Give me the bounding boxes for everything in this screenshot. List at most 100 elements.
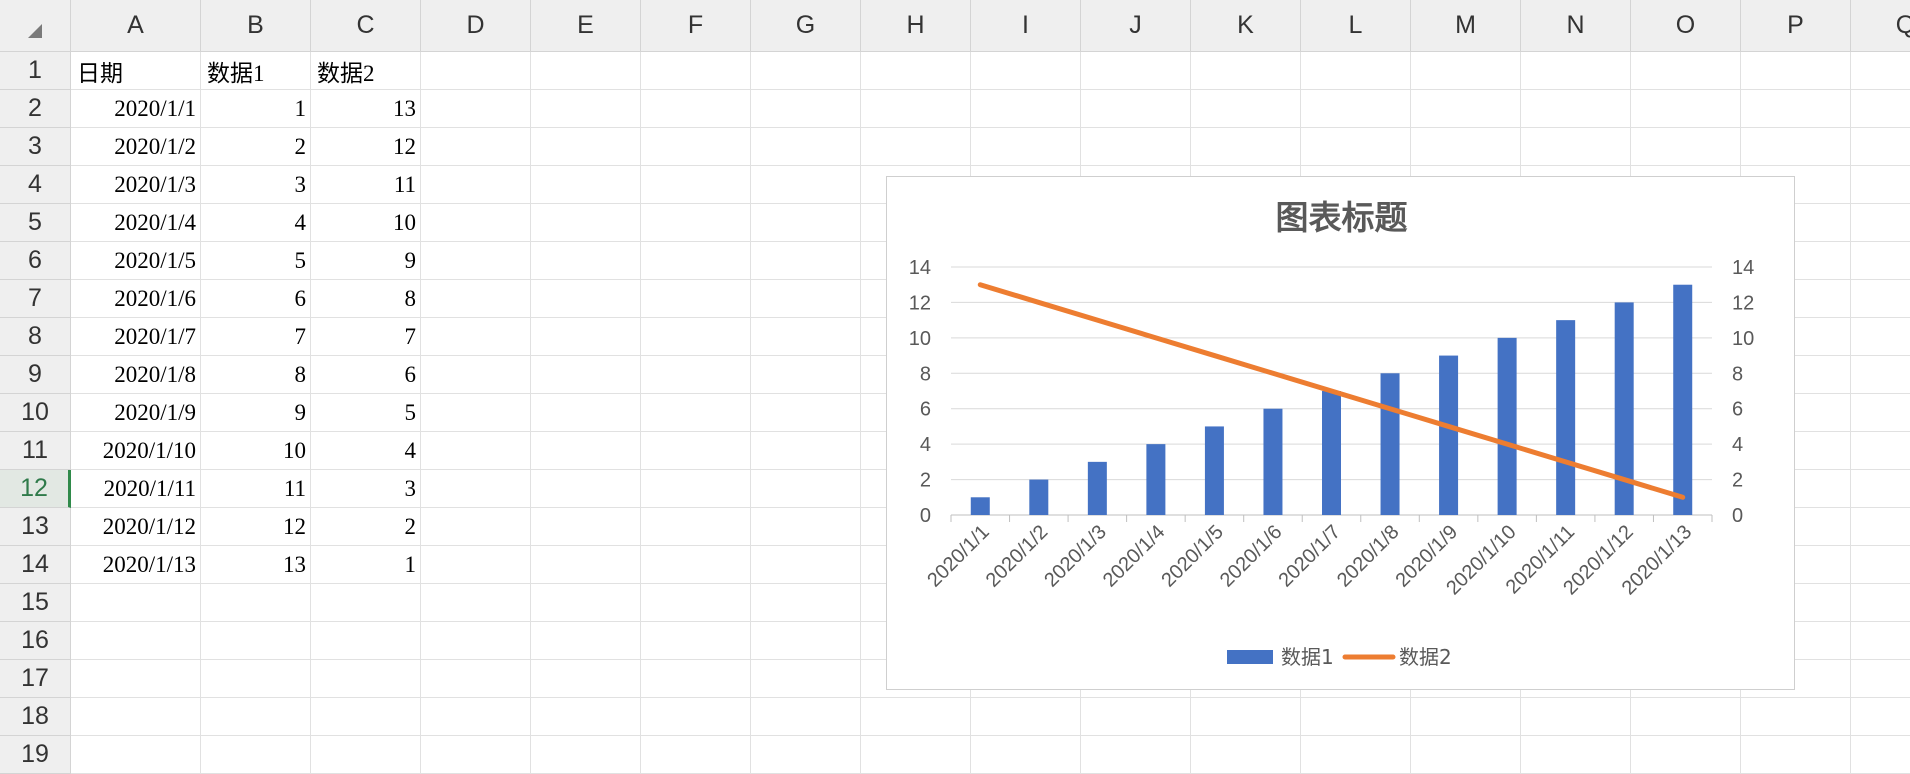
cell-g18[interactable] [751,698,861,736]
cell-h3[interactable] [861,128,971,166]
cell-a7[interactable]: 2020/1/6 [71,280,201,318]
cell-d6[interactable] [421,242,531,280]
cell-b6[interactable]: 5 [201,242,311,280]
cell-c2[interactable]: 13 [311,90,421,128]
cell-a6[interactable]: 2020/1/5 [71,242,201,280]
row-header-10[interactable]: 10 [0,394,71,432]
cell-c3[interactable]: 12 [311,128,421,166]
cell-g10[interactable] [751,394,861,432]
cell-d3[interactable] [421,128,531,166]
select-all-corner[interactable] [0,0,71,52]
cell-a5[interactable]: 2020/1/4 [71,204,201,242]
row-header-4[interactable]: 4 [0,166,71,204]
cell-c12[interactable]: 3 [311,470,421,508]
cell-j2[interactable] [1081,90,1191,128]
column-header-p[interactable]: P [1741,0,1851,52]
cell-f19[interactable] [641,736,751,774]
cell-e2[interactable] [531,90,641,128]
cell-b16[interactable] [201,622,311,660]
cell-m18[interactable] [1411,698,1521,736]
cell-d13[interactable] [421,508,531,546]
cell-a18[interactable] [71,698,201,736]
cell-i3[interactable] [971,128,1081,166]
cell-q1[interactable] [1851,52,1910,90]
cell-e10[interactable] [531,394,641,432]
cell-q10[interactable] [1851,394,1910,432]
cell-n3[interactable] [1521,128,1631,166]
cell-q6[interactable] [1851,242,1910,280]
cell-b10[interactable]: 9 [201,394,311,432]
cell-b17[interactable] [201,660,311,698]
cell-d16[interactable] [421,622,531,660]
cell-q18[interactable] [1851,698,1910,736]
cell-j1[interactable] [1081,52,1191,90]
cell-i19[interactable] [971,736,1081,774]
cell-q11[interactable] [1851,432,1910,470]
cell-c18[interactable] [311,698,421,736]
cell-e9[interactable] [531,356,641,394]
cell-b11[interactable]: 10 [201,432,311,470]
cell-g1[interactable] [751,52,861,90]
cell-b3[interactable]: 2 [201,128,311,166]
row-header-13[interactable]: 13 [0,508,71,546]
cell-f7[interactable] [641,280,751,318]
cell-b4[interactable]: 3 [201,166,311,204]
cell-l1[interactable] [1301,52,1411,90]
cell-g16[interactable] [751,622,861,660]
cell-d19[interactable] [421,736,531,774]
cell-b5[interactable]: 4 [201,204,311,242]
column-header-j[interactable]: J [1081,0,1191,52]
cell-h2[interactable] [861,90,971,128]
cell-f13[interactable] [641,508,751,546]
cell-q3[interactable] [1851,128,1910,166]
cell-e17[interactable] [531,660,641,698]
cell-n2[interactable] [1521,90,1631,128]
cell-d5[interactable] [421,204,531,242]
cell-k3[interactable] [1191,128,1301,166]
row-header-18[interactable]: 18 [0,698,71,736]
column-header-c[interactable]: C [311,0,421,52]
cell-q19[interactable] [1851,736,1910,774]
cell-e18[interactable] [531,698,641,736]
cell-o2[interactable] [1631,90,1741,128]
cell-c15[interactable] [311,584,421,622]
cell-g6[interactable] [751,242,861,280]
column-header-f[interactable]: F [641,0,751,52]
cell-e16[interactable] [531,622,641,660]
cell-k19[interactable] [1191,736,1301,774]
cell-f8[interactable] [641,318,751,356]
cell-g19[interactable] [751,736,861,774]
cell-n1[interactable] [1521,52,1631,90]
column-header-o[interactable]: O [1631,0,1741,52]
cell-b2[interactable]: 1 [201,90,311,128]
cell-i1[interactable] [971,52,1081,90]
cell-d1[interactable] [421,52,531,90]
row-header-19[interactable]: 19 [0,736,71,774]
cell-g4[interactable] [751,166,861,204]
cell-f11[interactable] [641,432,751,470]
row-header-7[interactable]: 7 [0,280,71,318]
cell-c9[interactable]: 6 [311,356,421,394]
cell-c1[interactable]: 数据2 [311,52,421,90]
cell-f5[interactable] [641,204,751,242]
cell-k1[interactable] [1191,52,1301,90]
cell-f3[interactable] [641,128,751,166]
cell-a17[interactable] [71,660,201,698]
cell-g9[interactable] [751,356,861,394]
cell-p18[interactable] [1741,698,1851,736]
cell-c5[interactable]: 10 [311,204,421,242]
cell-g2[interactable] [751,90,861,128]
cell-g8[interactable] [751,318,861,356]
cell-h18[interactable] [861,698,971,736]
cell-b15[interactable] [201,584,311,622]
cell-j3[interactable] [1081,128,1191,166]
cell-g15[interactable] [751,584,861,622]
cell-a1[interactable]: 日期 [71,52,201,90]
cell-c14[interactable]: 1 [311,546,421,584]
cell-c6[interactable]: 9 [311,242,421,280]
cell-q15[interactable] [1851,584,1910,622]
cell-f16[interactable] [641,622,751,660]
cell-f15[interactable] [641,584,751,622]
cell-q2[interactable] [1851,90,1910,128]
row-header-14[interactable]: 14 [0,546,71,584]
